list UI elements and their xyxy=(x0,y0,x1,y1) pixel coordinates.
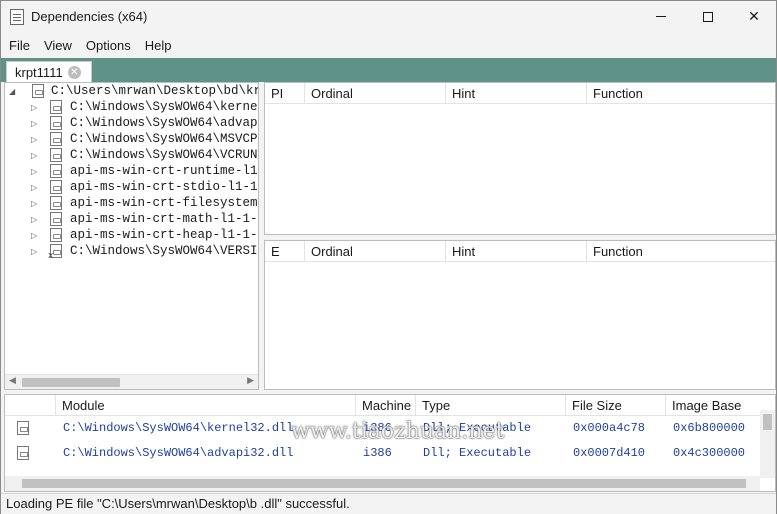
file-icon xyxy=(50,100,62,114)
modules-horizontal-scrollbar[interactable] xyxy=(5,476,760,491)
tree-item-label: api-ms-win-crt-filesystem- xyxy=(70,196,259,210)
expand-toggle-icon[interactable]: ▷ xyxy=(31,151,37,160)
menu-options[interactable]: Options xyxy=(86,38,131,53)
tree-item-label: C:\Windows\SysWOW64\VERSIO xyxy=(70,244,259,258)
column-header-machine[interactable]: Machine xyxy=(356,395,416,416)
title-bar: Dependencies (x64) ✕ xyxy=(1,1,776,32)
tree-item-label: api-ms-win-crt-heap-l1-1-0 xyxy=(70,228,259,242)
file-icon xyxy=(50,164,62,178)
expand-toggle-icon[interactable]: ▷ xyxy=(31,215,37,224)
tab-strip: krpt1111 ✕ xyxy=(1,58,776,82)
minimize-icon xyxy=(656,16,666,17)
module-tree: ◢ C:\Users\mrwan\Desktop\bd\kr ▷ C:\Wind… xyxy=(4,82,259,390)
imports-header: PI Ordinal Hint Function xyxy=(265,83,775,104)
file-icon xyxy=(50,196,62,210)
scroll-left-icon[interactable]: ◀ xyxy=(9,376,16,386)
minimize-button[interactable] xyxy=(638,1,684,32)
column-header-function[interactable]: Function xyxy=(587,241,775,262)
maximize-button[interactable] xyxy=(685,1,731,32)
expand-toggle-icon[interactable]: ▷ xyxy=(31,231,37,240)
module-type: Dll; Executable xyxy=(423,446,532,460)
menu-help[interactable]: Help xyxy=(145,38,172,53)
table-row[interactable]: C:\Windows\SysWOW64\advapi32.dll i386 Dl… xyxy=(5,442,760,465)
tree-horizontal-scrollbar[interactable]: ◀ ▶ xyxy=(5,374,258,389)
menu-bar: File View Options Help xyxy=(1,32,776,58)
scroll-right-icon[interactable]: ▶ xyxy=(247,376,254,386)
app-window: Dependencies (x64) ✕ File View Options H… xyxy=(0,0,777,514)
scrollbar-thumb[interactable] xyxy=(22,479,746,488)
close-icon: ✕ xyxy=(748,8,760,25)
scrollbar-thumb[interactable] xyxy=(22,378,120,387)
exports-table: E Ordinal Hint Function xyxy=(264,240,776,390)
column-header-file-size[interactable]: File Size xyxy=(566,395,666,416)
module-file-size: 0x000a4c78 xyxy=(573,421,646,435)
maximize-icon xyxy=(703,11,713,22)
file-icon xyxy=(50,116,62,130)
file-icon xyxy=(50,132,62,146)
expand-toggle-icon[interactable]: ▷ xyxy=(31,135,37,144)
tree-item-label: api-ms-win-crt-math-l1-1-0 xyxy=(70,212,259,226)
tree-item-label: C:\Windows\SysWOW64\kernel xyxy=(70,100,259,114)
module-file-size: 0x0007d410 xyxy=(573,446,646,460)
expand-toggle-icon[interactable]: ◢ xyxy=(9,87,15,96)
expand-toggle-icon[interactable]: ▷ xyxy=(31,247,37,256)
expand-toggle-icon[interactable]: ▷ xyxy=(31,199,37,208)
tab-krpt1111[interactable]: krpt1111 ✕ xyxy=(6,61,92,82)
file-icon xyxy=(50,148,62,162)
close-button[interactable]: ✕ xyxy=(731,1,777,32)
tree-item-label: C:\Windows\SysWOW64\advapi xyxy=(70,116,259,130)
menu-file[interactable]: File xyxy=(9,38,30,53)
app-icon xyxy=(10,9,24,25)
column-header-image-base[interactable]: Image Base xyxy=(666,395,760,416)
scrollbar-thumb[interactable] xyxy=(763,414,772,430)
tree-item-label: api-ms-win-crt-stdio-l1-1- xyxy=(70,180,259,194)
status-bar: Loading PE file "C:\Users\mrwan\Desktop\… xyxy=(1,493,776,514)
tab-label: krpt1111 xyxy=(15,64,63,80)
file-icon xyxy=(50,180,62,194)
column-header-pi[interactable]: PI xyxy=(265,83,305,104)
expand-toggle-icon[interactable]: ▷ xyxy=(31,167,37,176)
missing-file-icon xyxy=(48,244,62,261)
column-header-hint[interactable]: Hint xyxy=(446,241,587,262)
module-image-base: 0x4c300000 xyxy=(673,446,746,460)
column-header-module[interactable]: Module xyxy=(56,395,356,416)
file-icon xyxy=(17,421,29,435)
module-machine: i386 xyxy=(363,446,392,460)
column-header-ordinal[interactable]: Ordinal xyxy=(305,241,446,262)
watermark: www.tiaozhuan.net xyxy=(291,419,505,444)
tree-item-label: C:\Windows\SysWOW64\VCRUNT xyxy=(70,148,259,162)
modules-header: Module Machine Type File Size Image Base xyxy=(5,395,760,416)
file-icon xyxy=(17,446,29,460)
module-path: C:\Windows\SysWOW64\advapi32.dll xyxy=(63,446,294,460)
column-header-type[interactable]: Type xyxy=(416,395,566,416)
file-icon xyxy=(32,84,44,98)
tree-item-label: C:\Windows\SysWOW64\MSVCP1 xyxy=(70,132,259,146)
menu-view[interactable]: View xyxy=(44,38,72,53)
imports-table: PI Ordinal Hint Function xyxy=(264,82,776,235)
module-image-base: 0x6b800000 xyxy=(673,421,746,435)
expand-toggle-icon[interactable]: ▷ xyxy=(31,183,37,192)
file-icon xyxy=(50,212,62,226)
module-path: C:\Windows\SysWOW64\kernel32.dll xyxy=(63,421,294,435)
window-title: Dependencies (x64) xyxy=(31,9,148,24)
tab-close-icon[interactable]: ✕ xyxy=(67,65,81,79)
expand-toggle-icon[interactable]: ▷ xyxy=(31,103,37,112)
tree-item-label: C:\Users\mrwan\Desktop\bd\kr xyxy=(51,84,259,98)
expand-toggle-icon[interactable]: ▷ xyxy=(31,119,37,128)
file-icon xyxy=(50,228,62,242)
column-header-icon xyxy=(5,395,56,416)
column-header-ordinal[interactable]: Ordinal xyxy=(305,83,446,104)
column-header-function[interactable]: Function xyxy=(587,83,775,104)
column-header-e[interactable]: E xyxy=(265,241,305,262)
tree-item-label: api-ms-win-crt-runtime-l1- xyxy=(70,164,259,178)
exports-header: E Ordinal Hint Function xyxy=(265,241,775,262)
column-header-hint[interactable]: Hint xyxy=(446,83,587,104)
modules-vertical-scrollbar[interactable] xyxy=(760,410,775,478)
